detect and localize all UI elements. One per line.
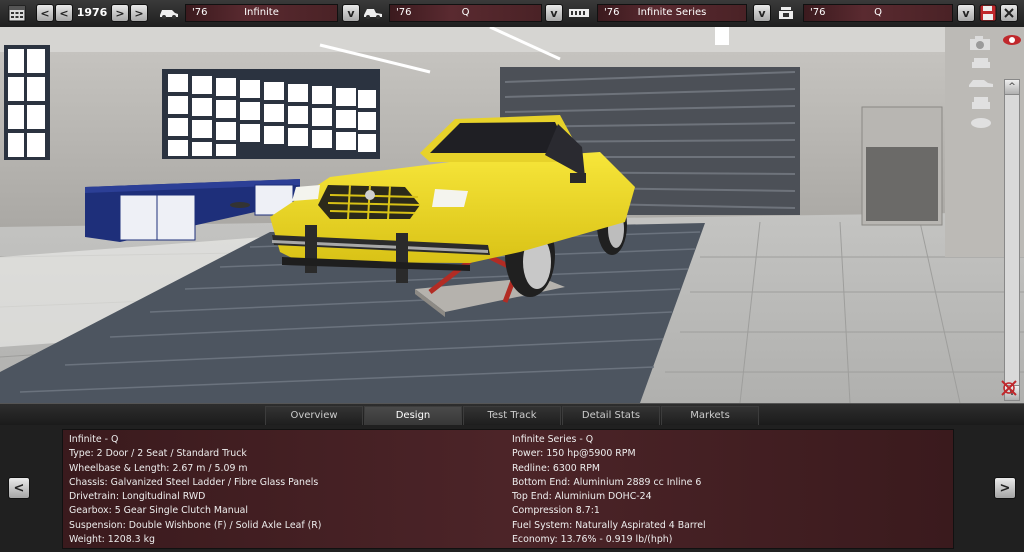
tab-bar: Overview Design Test Track Detail Stats … xyxy=(0,403,1024,426)
engine-variant-icon xyxy=(775,4,797,22)
engine-family-dropdown-button[interactable]: v xyxy=(753,4,771,22)
close-icon[interactable] xyxy=(1000,4,1018,22)
car-stat-line: Weight: 1208.3 kg xyxy=(69,534,155,546)
tab-markets[interactable]: Markets xyxy=(661,406,759,426)
front-view-icon[interactable] xyxy=(964,53,998,73)
year-first-button[interactable]: < xyxy=(36,4,54,22)
year-prev-button[interactable]: < xyxy=(55,4,73,22)
trim-name: Q xyxy=(461,7,470,18)
car-stat-line: Drivetrain: Longitudinal RWD xyxy=(69,491,206,503)
car-stat-line: Gearbox: 5 Gear Single Clutch Manual xyxy=(69,505,248,517)
engine-stat-line: Infinite Series - Q xyxy=(512,434,594,445)
back-window xyxy=(162,69,380,159)
engine-stat-line: Redline: 6300 RPM xyxy=(512,462,600,474)
year-display: 1976 xyxy=(76,6,108,19)
engine-variant-selector[interactable]: '76 Q xyxy=(803,4,953,22)
engine-stat-line: Power: 150 hp@5900 RPM xyxy=(512,448,636,460)
year-last-button[interactable]: > xyxy=(130,4,148,22)
trim-dropdown-button[interactable]: v xyxy=(545,4,563,22)
engine-stat-line: Top End: Aluminium DOHC-24 xyxy=(512,491,652,503)
engine-stat-line: Bottom End: Aluminium 2889 cc Inline 6 xyxy=(512,476,702,488)
trim-selector[interactable]: '76 Q xyxy=(389,4,542,22)
car-3d-viewport[interactable]: ^ v xyxy=(0,27,1024,403)
left-window xyxy=(4,45,50,160)
car-stats-column: Infinite - Q Type: 2 Door / 2 Seat / Sta… xyxy=(69,433,321,547)
prev-car-button[interactable]: < xyxy=(8,477,30,499)
car-model-icon xyxy=(158,4,180,22)
stats-panel: < > Infinite - Q Type: 2 Door / 2 Seat /… xyxy=(0,425,1024,552)
engine-stat-line: Compression 8.7:1 xyxy=(512,505,600,517)
engine-variant-dropdown-button[interactable]: v xyxy=(957,4,975,22)
engine-stats-column: Infinite Series - Q Power: 150 hp@5900 R… xyxy=(512,433,706,547)
car-stat-line: Type: 2 Door / 2 Seat / Standard Truck xyxy=(69,448,247,460)
rear-view-icon[interactable] xyxy=(964,93,998,113)
car-stat-line: Infinite - Q xyxy=(69,434,119,445)
engine-family-selector[interactable]: '76 Infinite Series xyxy=(597,4,747,22)
side-door xyxy=(861,106,943,226)
garage-scene xyxy=(0,27,1024,403)
eye-icon[interactable] xyxy=(1002,33,1022,50)
save-icon[interactable] xyxy=(979,4,997,22)
calendar-icon[interactable] xyxy=(8,4,26,22)
car-stat-line: Wheelbase & Length: 2.67 m / 5.09 m xyxy=(69,462,248,474)
tab-design[interactable]: Design xyxy=(364,406,462,426)
model-dropdown-button[interactable]: v xyxy=(342,4,360,22)
car-stat-line: Chassis: Galvanized Steel Ladder / Fibre… xyxy=(69,476,319,488)
stats-box: Infinite - Q Type: 2 Door / 2 Seat / Sta… xyxy=(62,429,954,549)
top-toolbar: < < 1976 > > '76 Infinite v '76 Q v '76 … xyxy=(0,0,1024,28)
top-view-icon[interactable] xyxy=(964,113,998,133)
tab-detail-stats[interactable]: Detail Stats xyxy=(562,406,660,426)
engine-family-name: Infinite Series xyxy=(637,7,707,18)
model-name: Infinite xyxy=(244,7,279,18)
scroll-up-button[interactable]: ^ xyxy=(1005,80,1019,95)
side-view-icon[interactable] xyxy=(964,73,998,93)
next-car-button[interactable]: > xyxy=(994,477,1016,499)
car-stat-line: Suspension: Double Wishbone (F) / Solid … xyxy=(69,519,322,531)
camera-icon[interactable] xyxy=(964,33,998,53)
zoom-scrollbar[interactable]: ^ v xyxy=(1004,79,1020,401)
engine-block-icon xyxy=(568,4,590,22)
model-selector[interactable]: '76 Infinite xyxy=(185,4,338,22)
tab-test-track[interactable]: Test Track xyxy=(463,406,561,426)
reset-view-icon[interactable] xyxy=(1000,379,1018,400)
engine-variant-name: Q xyxy=(874,7,882,18)
car-trim-icon xyxy=(362,4,384,22)
engine-stat-line: Fuel System: Naturally Aspirated 4 Barre… xyxy=(512,519,706,531)
tab-overview[interactable]: Overview xyxy=(265,406,363,426)
engine-stat-line: Economy: 13.76% - 0.919 lb/(hph) xyxy=(512,534,673,546)
year-next-button[interactable]: > xyxy=(111,4,129,22)
view-icon-column xyxy=(964,33,998,133)
